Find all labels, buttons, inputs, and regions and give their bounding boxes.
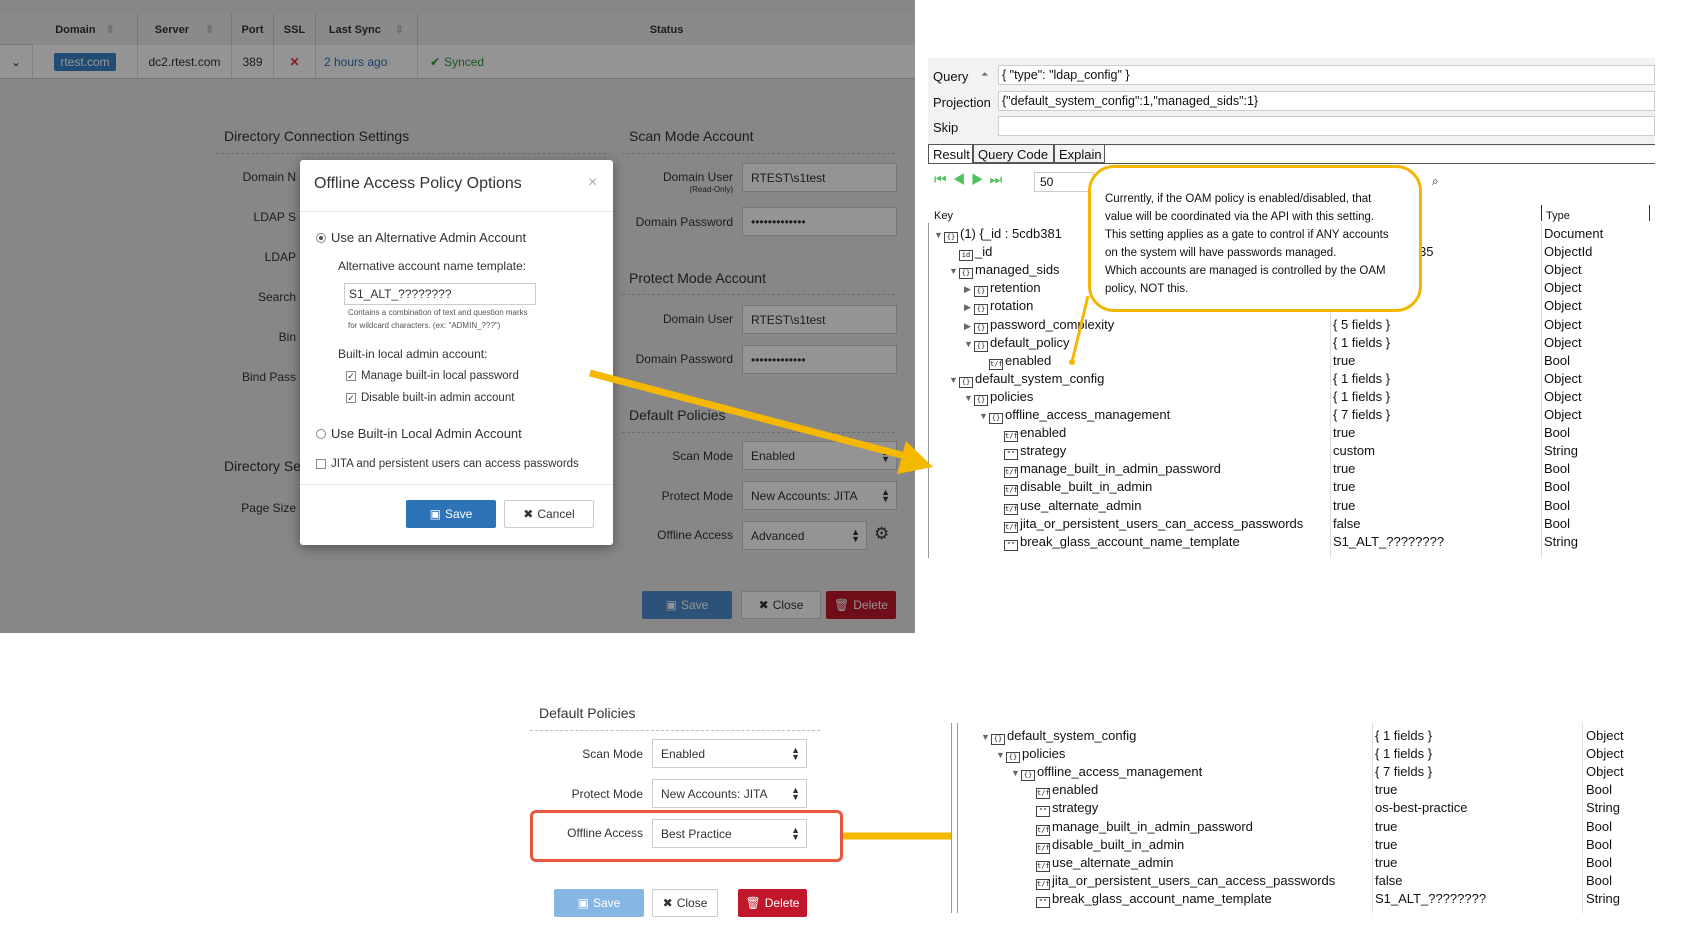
- tree-key: t/f disable_built_in_admin: [1026, 837, 1184, 854]
- bool-icon: t/f: [1036, 842, 1050, 854]
- bool-icon: t/f: [1036, 878, 1050, 890]
- tree-key-text: manage_built_in_admin_password: [1052, 818, 1253, 834]
- select-arrows-icon: ▲▼: [791, 745, 800, 762]
- bottom-offline-access-select[interactable]: Best Practice ▲ ▼: [652, 819, 807, 848]
- tree-type: Bool: [1586, 836, 1613, 852]
- close-icon: ✖: [662, 896, 673, 910]
- tree-value: { 7 fields }: [1375, 764, 1433, 780]
- callout-pointer: [1070, 295, 1090, 363]
- tree-value: false: [1375, 872, 1403, 888]
- modal-to-grid-arrow: [589, 369, 906, 460]
- tree-key: "" strategy: [1026, 800, 1099, 818]
- bottom-delete-label: Delete: [764, 896, 800, 910]
- bottom-offline-access-label: Offline Access: [567, 826, 643, 840]
- tree-key: t/f enabled: [1026, 782, 1099, 800]
- bottom-protect-mode-label: Protect Mode: [571, 787, 643, 801]
- string-icon: "": [1036, 806, 1050, 818]
- tree-key-text: enabled: [1052, 782, 1099, 798]
- tree-value: S1_ALT_????????: [1375, 890, 1487, 906]
- bottom-protect-mode-select[interactable]: New Accounts: JITA ▲ ▼: [652, 779, 807, 808]
- bottom-scan-mode-label: Scan Mode: [582, 747, 643, 761]
- tree-type: String: [1586, 800, 1620, 816]
- bottom-result-panel: ▼{} default_system_config{ 1 fields } Obje…: [951, 723, 1677, 913]
- tree-value: { 1 fields }: [1375, 746, 1433, 762]
- bottom-save-button[interactable]: ▣ Save: [554, 889, 644, 917]
- tree-type: Bool: [1586, 872, 1613, 888]
- tree-row[interactable]: "" break_glass_account_name_template S1_AL…: [981, 891, 1683, 909]
- bottom-save-label: Save: [592, 896, 621, 910]
- floppy-icon: ▣: [577, 896, 589, 910]
- tree-row[interactable]: t/f manage_built_in_admin_password true Boo…: [981, 819, 1683, 837]
- tree-key-text: default_system_config: [1007, 728, 1137, 743]
- tree-key-text: disable_built_in_admin: [1052, 836, 1185, 852]
- tree-type: Object: [1586, 746, 1624, 762]
- bool-icon: t/f: [1036, 860, 1050, 872]
- tree-row[interactable]: t/f jita_or_persistent_users_can_access_p…: [981, 873, 1683, 891]
- string-icon: "": [1036, 896, 1050, 908]
- object-icon: {}: [1006, 752, 1020, 764]
- tree-row[interactable]: ▼{} offline_access_management { 7 fields }…: [981, 764, 1683, 782]
- tree-key-text: offline_access_management: [1037, 764, 1203, 780]
- tree-value: true: [1375, 854, 1398, 870]
- bottom-offline-access-value: Best Practice: [661, 826, 732, 841]
- tree-value: os-best-practice: [1375, 800, 1468, 816]
- object-icon: {}: [991, 734, 1005, 745]
- tree-row[interactable]: t/f use_alternate_admin true Bool: [981, 855, 1683, 873]
- bottom-result-tree: ▼{} default_system_config{ 1 fields } Obje…: [981, 728, 1677, 910]
- tree-row[interactable]: t/f enabled true Bool: [981, 782, 1683, 800]
- bool-icon: t/f: [1036, 824, 1050, 836]
- trash-icon: 🗑: [745, 896, 761, 910]
- tree-key: t/f manage_built_in_admin_password: [1026, 819, 1253, 836]
- tree-row[interactable]: "" strategy os-best-practice String: [981, 800, 1683, 818]
- tree-value: true: [1375, 782, 1398, 798]
- bottom-close-label: Close: [676, 896, 708, 910]
- tree-type: Bool: [1586, 854, 1613, 870]
- tree-key: ▼{} policies: [996, 746, 1066, 764]
- tree-key: "" break_glass_account_name_template: [1026, 891, 1272, 908]
- tree-key-text: jita_or_persistent_users_can_access_pass…: [1052, 872, 1336, 888]
- tree-key: ▼{} default_system_config: [981, 728, 1136, 745]
- tree-type: Object: [1586, 728, 1624, 743]
- bool-icon: t/f: [1036, 788, 1050, 800]
- bottom-scan-mode-select[interactable]: Enabled ▲ ▼: [652, 739, 807, 768]
- expand-down-icon[interactable]: ▼: [996, 750, 1006, 760]
- tree-type: Object: [1586, 764, 1624, 780]
- arrowhead-icon: [897, 441, 933, 474]
- bottom-policies-title: Default Policies: [539, 705, 636, 721]
- tree-key-text: use_alternate_admin: [1052, 854, 1174, 870]
- expand-down-icon[interactable]: ▼: [1011, 768, 1021, 778]
- select-arrows-icon: ▲▼: [791, 785, 800, 802]
- tree-key: t/f use_alternate_admin: [1026, 855, 1173, 872]
- expand-down-icon[interactable]: ▼: [981, 732, 991, 742]
- tree-row[interactable]: ▼{} policies { 1 fields } Object: [981, 746, 1683, 764]
- select-arrows-icon: ▲▼: [791, 825, 800, 842]
- bottom-protect-mode-value: New Accounts: JITA: [661, 786, 768, 801]
- tree-key: ▼{} offline_access_management: [1011, 764, 1203, 782]
- bottom-scan-mode-value: Enabled: [661, 746, 706, 761]
- object-icon: {}: [1021, 770, 1035, 782]
- tree-key-text: policies: [1022, 746, 1066, 762]
- tree-row[interactable]: ▼{} default_system_config { 1 fields } Obje…: [981, 728, 1683, 746]
- tree-type: Bool: [1586, 818, 1613, 834]
- callout-pointer-dot: [1069, 359, 1075, 365]
- tree-value: { 1 fields }: [1375, 728, 1433, 743]
- tree-type: Bool: [1586, 782, 1613, 798]
- default-policies-panel: Default Policies Scan Mode Enabled ▲ ▼ Pro…: [520, 695, 850, 925]
- tree-type: String: [1586, 890, 1620, 906]
- tree-value: true: [1375, 818, 1398, 834]
- tree-value: true: [1375, 836, 1398, 852]
- tree-row[interactable]: t/f disable_built_in_admin true Bool: [981, 837, 1683, 855]
- bottom-close-button[interactable]: ✖ Close: [652, 889, 718, 917]
- tree-key-text: break_glass_account_name_template: [1052, 890, 1272, 906]
- tree-key-text: strategy: [1052, 800, 1099, 816]
- tree-key: t/f jita_or_persistent_users_can_access_p…: [1026, 873, 1335, 890]
- bottom-delete-button[interactable]: 🗑 Delete: [738, 889, 807, 917]
